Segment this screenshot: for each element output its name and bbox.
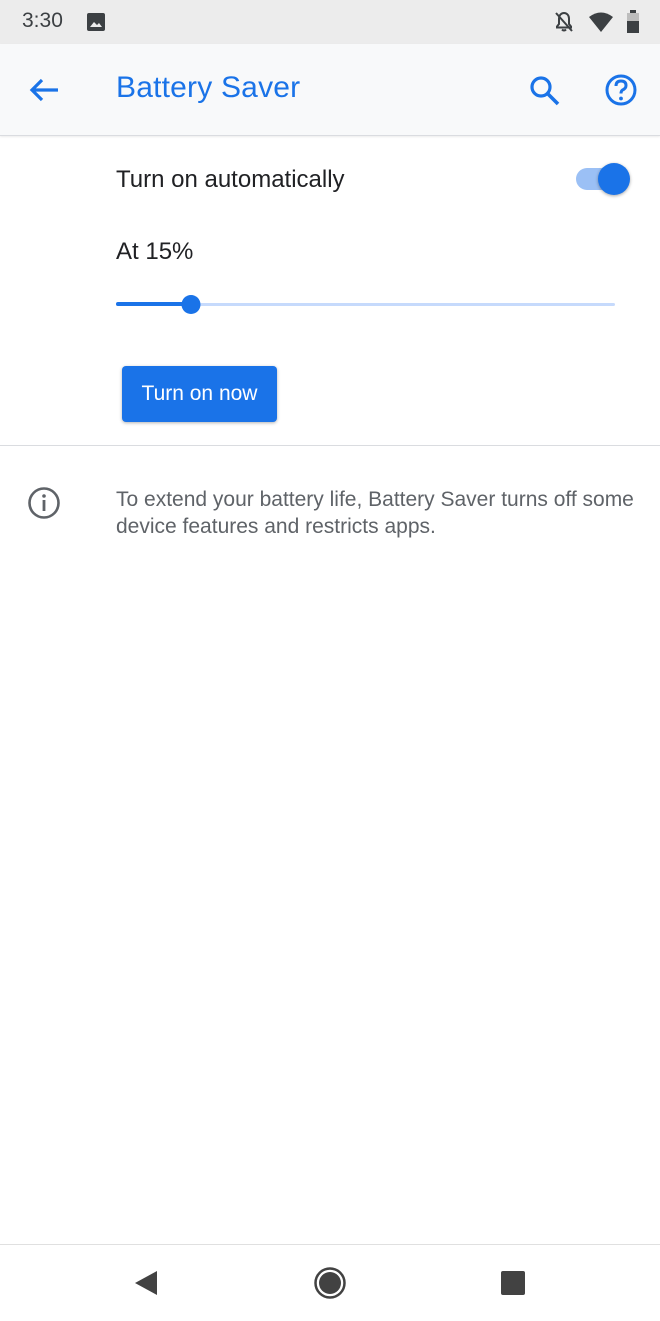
page-title: Battery Saver (116, 71, 301, 104)
status-icons (552, 10, 640, 39)
threshold-label: At 15% (116, 238, 194, 265)
nav-recents-button[interactable] (499, 1269, 527, 1297)
navigation-bar (0, 1244, 660, 1321)
app-bar: Battery Saver (0, 44, 660, 136)
turn-on-now-button[interactable]: Turn on now (122, 366, 277, 422)
info-text: To extend your battery life, Battery Sav… (116, 488, 634, 538)
status-bar: 3:30 (0, 0, 660, 44)
status-time: 3:30 (22, 9, 63, 32)
divider (0, 445, 660, 446)
back-button[interactable] (24, 70, 64, 110)
search-icon (530, 76, 560, 106)
nav-recents-icon (501, 1271, 525, 1295)
slider-fill (116, 302, 191, 306)
toggle-thumb (598, 163, 630, 195)
wifi-icon (588, 11, 614, 38)
search-button[interactable] (524, 70, 564, 110)
notifications-off-icon (552, 10, 576, 39)
nav-back-button[interactable] (130, 1267, 162, 1299)
back-arrow-icon (29, 78, 58, 102)
threshold-slider[interactable] (116, 290, 615, 320)
auto-battery-saver-toggle[interactable] (574, 162, 632, 196)
help-button[interactable] (601, 70, 641, 110)
help-icon (605, 74, 637, 106)
battery-icon (626, 10, 640, 39)
info-icon (27, 486, 61, 520)
nav-back-icon (135, 1271, 157, 1295)
nav-home-button[interactable] (313, 1266, 347, 1300)
nav-home-icon (314, 1267, 346, 1299)
turn-on-automatically-label: Turn on automatically (116, 166, 345, 193)
slider-thumb[interactable] (181, 295, 201, 314)
image-icon (86, 12, 106, 37)
